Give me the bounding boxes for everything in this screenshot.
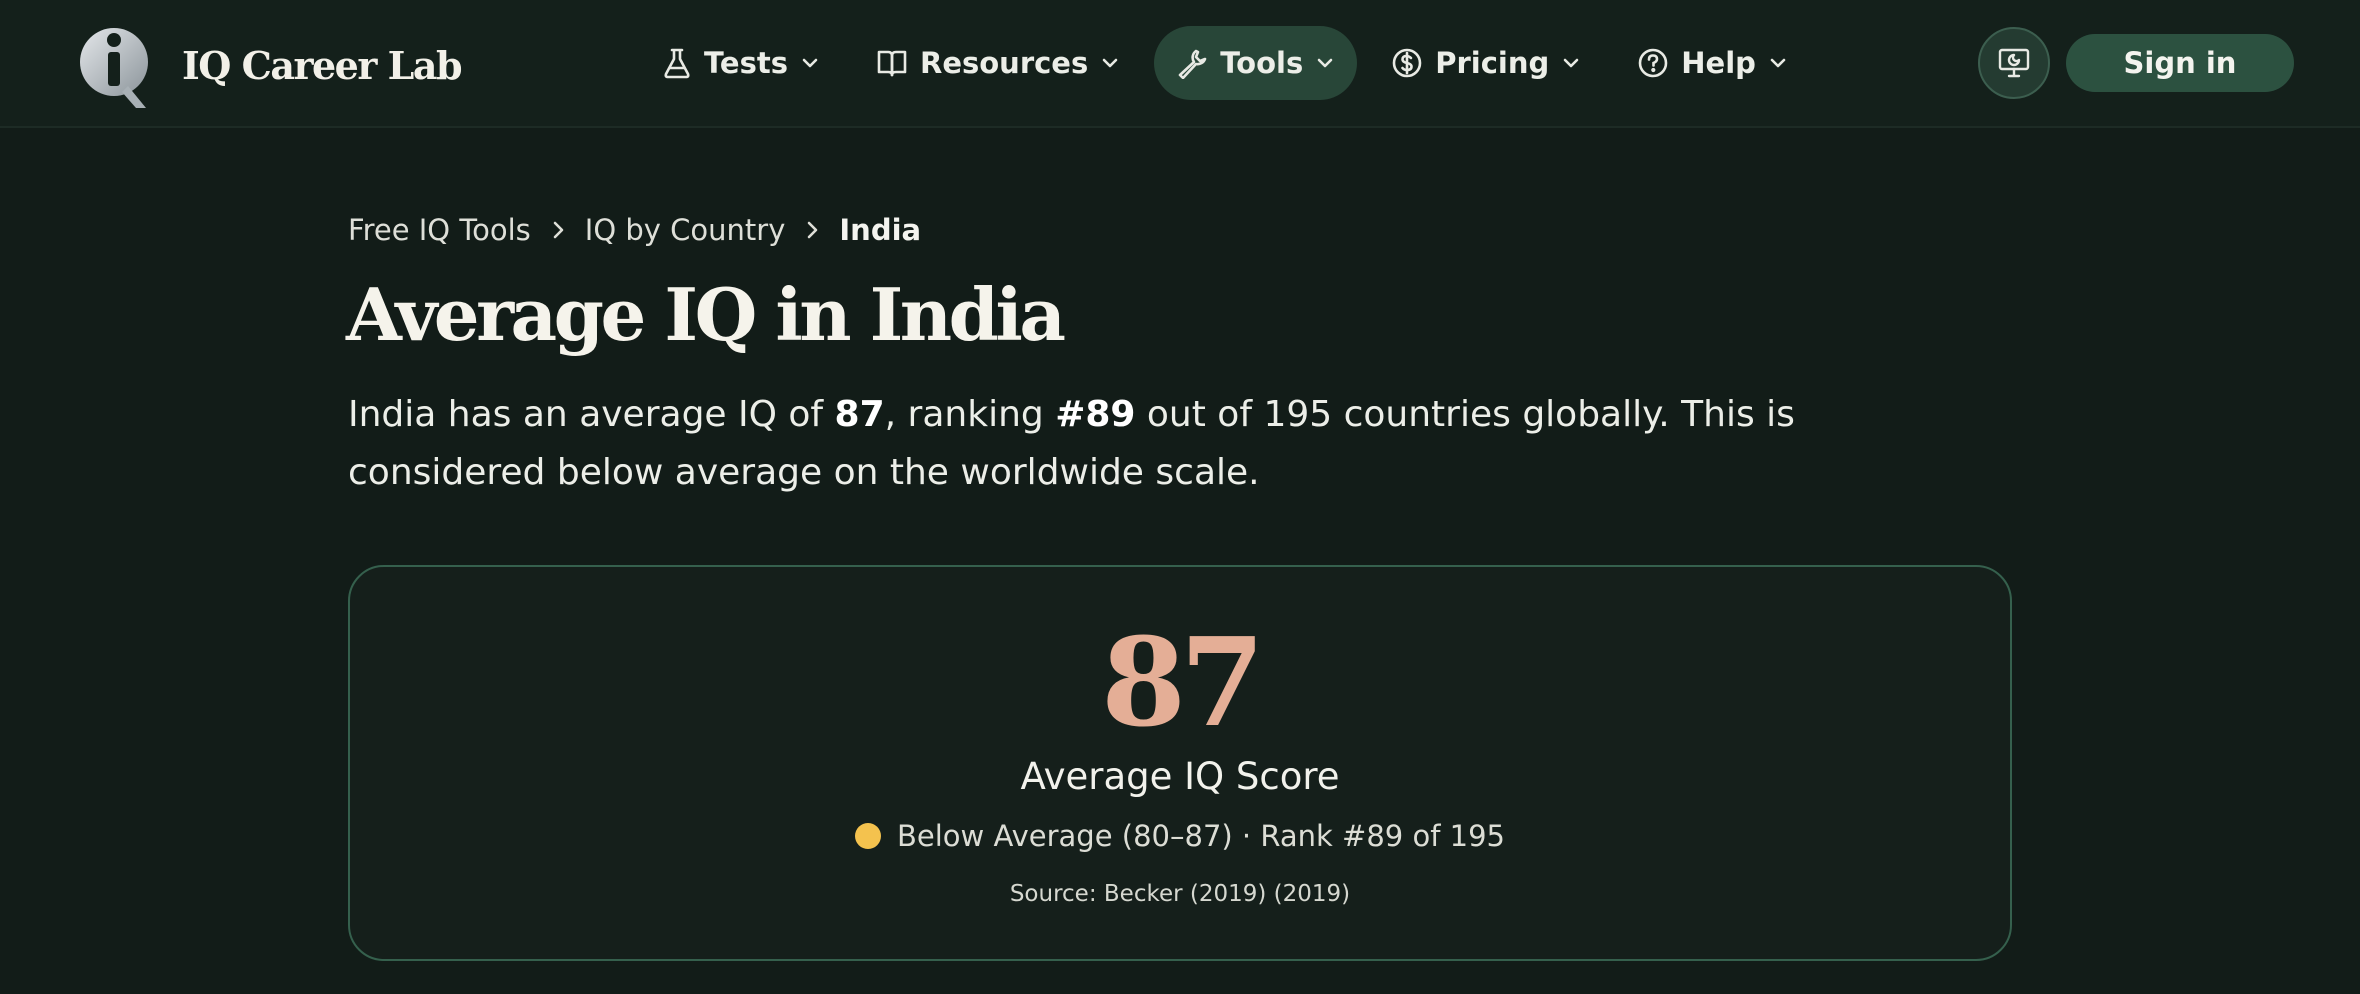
page-title: Average IQ in India (346, 272, 1066, 357)
nav-pricing[interactable]: Pricing (1369, 26, 1603, 100)
monitor-icon (1998, 48, 2030, 78)
data-source: Source: Becker (2019) (2019) (1009, 881, 1351, 907)
breadcrumb-link-iq-by-country[interactable]: IQ by Country (585, 213, 786, 247)
theme-toggle-button[interactable] (1978, 27, 2050, 99)
chevron-right-icon (553, 221, 564, 239)
nav-tools[interactable]: Tools (1154, 26, 1358, 100)
intro-paragraph: India has an average IQ of 87, ranking #… (348, 386, 1988, 502)
intro-text-2: , ranking (884, 394, 1056, 435)
status-dot-icon (855, 823, 881, 849)
nav-resources[interactable]: Resources (854, 26, 1142, 100)
sign-in-button[interactable]: Sign in (2066, 34, 2294, 92)
book-icon (877, 50, 907, 77)
intro-rank: #89 (1055, 394, 1136, 435)
help-circle-icon (1638, 48, 1668, 78)
chevron-down-icon (802, 58, 818, 68)
top-navigation-bar: IQ Career Lab Tests Resources Tools Pric… (0, 0, 2360, 128)
average-iq-value: 87 (1101, 610, 1265, 754)
main-nav: Tests Resources Tools Pricing Help (640, 26, 1822, 100)
intro-score: 87 (834, 394, 885, 435)
chevron-down-icon (1317, 58, 1333, 68)
intro-text-1: India has an average IQ of (348, 394, 835, 435)
flask-icon (664, 48, 690, 79)
breadcrumb-current: India (839, 213, 922, 247)
nav-help-label: Help (1681, 46, 1756, 80)
nav-tests[interactable]: Tests (640, 26, 842, 100)
brand-name: IQ Career Lab (182, 42, 463, 88)
iq-stat-card: 87 Average IQ Score Below Average (80–87… (348, 565, 2012, 961)
iq-category-text: Below Average (80–87) · Rank #89 of 195 (897, 819, 1505, 853)
wrench-icon (1178, 49, 1207, 79)
brand-link[interactable]: IQ Career Lab (80, 20, 463, 110)
nav-help[interactable]: Help (1615, 26, 1810, 100)
nav-pricing-label: Pricing (1435, 46, 1550, 80)
chevron-right-icon (808, 221, 818, 239)
logo-icon (80, 28, 148, 108)
iq-category-row: Below Average (80–87) · Rank #89 of 195 (350, 819, 2010, 853)
average-iq-label: Average IQ Score (1020, 755, 1340, 798)
breadcrumb-link-free-iq-tools[interactable]: Free IQ Tools (348, 213, 531, 247)
breadcrumb: Free IQ Tools IQ by Country India (348, 210, 921, 250)
dollar-circle-icon (1392, 48, 1422, 78)
nav-tools-label: Tools (1220, 46, 1304, 80)
chevron-down-icon (1563, 58, 1579, 68)
nav-resources-label: Resources (919, 46, 1089, 80)
chevron-down-icon (1102, 58, 1118, 68)
chevron-down-icon (1770, 58, 1786, 68)
nav-tests-label: Tests (704, 46, 788, 80)
